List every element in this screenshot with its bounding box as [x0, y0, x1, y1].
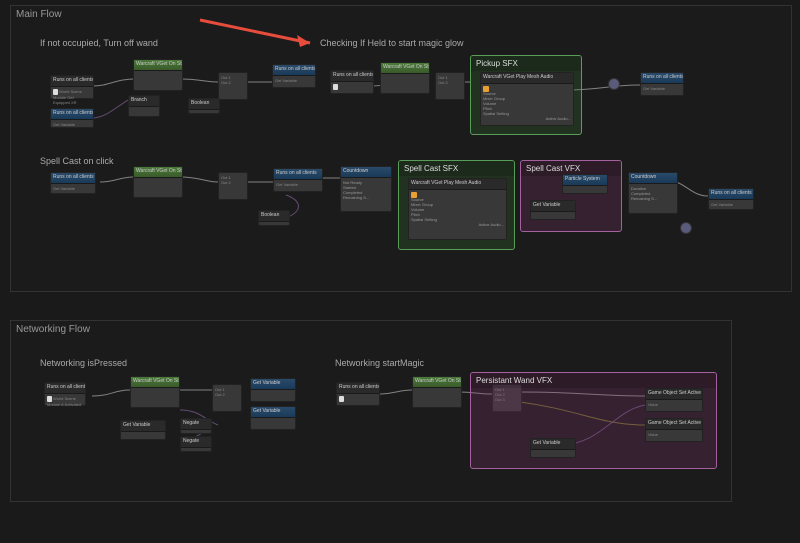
node-split-4[interactable]: Out 1Out 2 [212, 384, 242, 412]
node-set-var-1[interactable]: Runs on all clients Get Variable [272, 64, 316, 88]
node-game-object-active-2[interactable]: Game Object Set Active Value [645, 418, 703, 442]
node-negate-1[interactable]: Negate [180, 418, 212, 434]
node-state-change-5[interactable]: Warcraft VGet On State Change Event [412, 376, 462, 408]
node-get-var-9[interactable]: Get Variable [120, 420, 166, 440]
node-particle-1[interactable]: Particle System [562, 174, 608, 194]
comment-net-pressed: Networking isPressed [40, 358, 127, 368]
node-set-var-7[interactable]: Get Variable [250, 378, 296, 402]
node-get-var-6[interactable]: Runs on all clients Get Variable [708, 188, 754, 210]
main-flow-label: Main Flow [16, 9, 62, 20]
node-state-change-1[interactable]: Warcraft VGet On State Change Event [133, 59, 183, 91]
node-play-mesh-audio-1[interactable]: Warcraft VGet Play Mesh Audio Source Mix… [480, 72, 574, 126]
comment-turn-off-wand: If not occupied, Turn off wand [40, 38, 158, 48]
node-state-change-2[interactable]: Warcraft VGet On State Change Event [380, 62, 430, 94]
doc-icon [333, 84, 338, 90]
networking-flow-label: Networking Flow [16, 324, 90, 335]
node-play-mesh-audio-2[interactable]: Warcraft VGet Play Mesh Audio Source Mix… [408, 178, 507, 240]
node-game-object-active-1[interactable]: Game Object Set Active Value [645, 388, 703, 412]
variable-dot-2[interactable] [680, 222, 692, 234]
node-boolean-1[interactable]: Boolean [188, 98, 220, 114]
node-boolean-2[interactable]: Boolean [258, 210, 290, 226]
variable-dot-1[interactable] [608, 78, 620, 90]
node-set-var-8[interactable]: Get Variable [250, 406, 296, 430]
node-worldscene-2[interactable]: Runs on all clients [330, 70, 374, 94]
comment-spell-cast: Spell Cast on click [40, 156, 114, 166]
node-branch-1[interactable]: Branch [128, 95, 160, 117]
node-countdown-2[interactable]: Countdown Duration Completed Remaining S… [628, 172, 678, 214]
node-dataentry[interactable]: Runs on all clients Get Variable [50, 108, 94, 128]
node-negate-2[interactable]: Negate [180, 436, 212, 452]
node-state-change-3[interactable]: Warcraft VGet On State Change Event [133, 166, 183, 198]
node-worldscene-3[interactable]: Runs on all clients [336, 382, 380, 406]
node-get-equipped[interactable]: Runs on all clients World Scene Module G… [50, 75, 94, 99]
comment-net-start-magic: Networking startMagic [335, 358, 424, 368]
node-split-1[interactable]: Out 1Out 2 [218, 72, 248, 100]
node-split-3[interactable]: Out 1Out 2 [218, 172, 248, 200]
node-get-var-4[interactable]: Runs on all clients Get Variable [273, 168, 323, 192]
node-get-var-3[interactable]: Runs on all clients Get Variable [50, 172, 96, 194]
group-spell-cast-vfx[interactable]: Spell Cast VFX [520, 160, 622, 232]
node-get-var-5[interactable]: Get Variable [530, 200, 576, 220]
node-state-change-4[interactable]: Warcraft VGet On State Change Event [130, 376, 180, 408]
comment-check-held: Checking If Held to start magic glow [320, 38, 464, 48]
node-countdown-1[interactable]: Countdown Not Ready Started Completed Re… [340, 166, 392, 212]
node-get-var-10[interactable]: Get Variable [530, 438, 576, 458]
doc-icon [339, 396, 344, 402]
node-split-2[interactable]: Out 1Out 2 [435, 72, 465, 100]
node-activated-1[interactable]: Runs on all clients World Scene Module A… [44, 382, 86, 406]
node-set-var-2[interactable]: Runs on all clients Get Variable [640, 72, 684, 96]
